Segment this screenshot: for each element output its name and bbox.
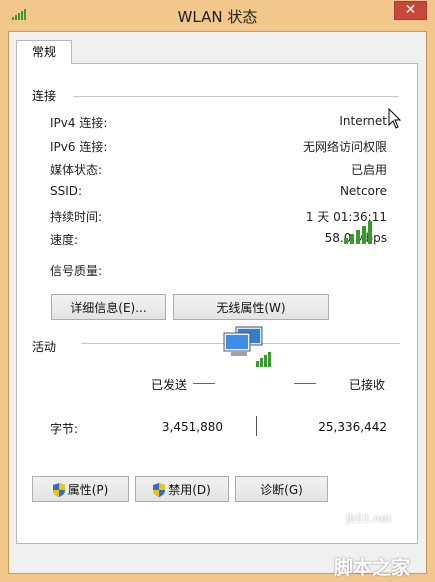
duration-label: 持续时间: bbox=[50, 210, 103, 224]
uac-shield-icon bbox=[153, 482, 166, 497]
bytes-received-value: 25,336,442 bbox=[318, 420, 387, 434]
signal-quality-bars-icon bbox=[344, 221, 372, 244]
ipv6-label: IPv6 连接: bbox=[50, 140, 108, 154]
diagnose-button[interactable]: 诊断(G) bbox=[235, 476, 328, 502]
dialog-client-area: 常规 连接 IPv4 连接: Internet IPv6 连接: 无网络访问权限… bbox=[8, 31, 427, 574]
title-bar[interactable]: WLAN 状态 ✕ bbox=[0, 0, 435, 32]
media-state-label: 媒体状态: bbox=[50, 163, 103, 177]
bytes-sent-value: 3,451,880 bbox=[161, 420, 223, 434]
activity-section-label: 活动 bbox=[32, 340, 57, 354]
diagnose-button-label: 诊断(G) bbox=[260, 482, 303, 497]
received-label: 已接收 bbox=[349, 378, 386, 392]
wireless-properties-button[interactable]: 无线属性(W) bbox=[173, 294, 329, 320]
ipv4-label: IPv4 连接: bbox=[50, 116, 108, 130]
media-state-value: 已启用 bbox=[350, 163, 387, 177]
properties-button-label: 属性(P) bbox=[67, 482, 109, 497]
tab-general[interactable]: 常规 bbox=[16, 40, 72, 64]
disable-button-label: 禁用(D) bbox=[168, 482, 211, 497]
sent-label: 已发送 bbox=[151, 378, 188, 392]
details-button[interactable]: 详细信息(E)... bbox=[51, 294, 166, 320]
connection-divider bbox=[73, 96, 399, 97]
window-title: WLAN 状态 bbox=[177, 8, 258, 26]
network-computers-icon bbox=[223, 326, 271, 367]
bytes-label: 字节: bbox=[50, 422, 79, 436]
ipv6-value: 无网络访问权限 bbox=[302, 140, 387, 154]
uac-shield-icon bbox=[52, 482, 65, 497]
ssid-value: Netcore bbox=[339, 184, 387, 198]
details-button-label: 详细信息(E)... bbox=[70, 300, 147, 315]
connection-section-label: 连接 bbox=[32, 89, 57, 103]
ipv4-value: Internet bbox=[339, 114, 387, 128]
watermark-site: jb51.net bbox=[346, 512, 392, 525]
mouse-cursor-icon bbox=[388, 108, 402, 129]
bytes-separator bbox=[256, 416, 257, 436]
properties-button[interactable]: 属性(P) bbox=[32, 476, 129, 502]
watermark-brand: 脚本之家 bbox=[334, 557, 411, 579]
general-tab-panel: 连接 IPv4 连接: Internet IPv6 连接: 无网络访问权限 媒体… bbox=[16, 63, 418, 544]
close-icon: ✕ bbox=[404, 2, 417, 18]
signal-quality-label: 信号质量: bbox=[50, 264, 103, 278]
speed-label: 速度: bbox=[50, 233, 79, 247]
wireless-properties-button-label: 无线属性(W) bbox=[216, 300, 286, 315]
ssid-label: SSID: bbox=[50, 184, 83, 198]
sent-line bbox=[193, 383, 215, 384]
received-line bbox=[294, 383, 316, 384]
close-button[interactable]: ✕ bbox=[394, 1, 427, 20]
wlan-status-window: WLAN 状态 ✕ 常规 连接 IPv4 连接: Internet IPv6 连… bbox=[0, 0, 435, 582]
disable-button[interactable]: 禁用(D) bbox=[135, 476, 229, 502]
